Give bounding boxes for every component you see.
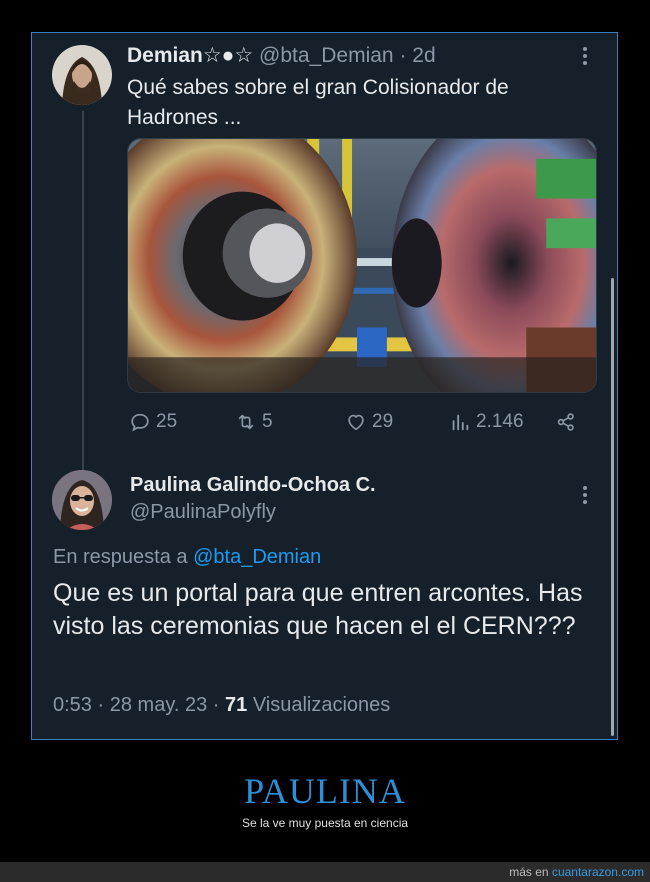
scrollbar[interactable] — [611, 278, 614, 736]
tweet1-more-icon[interactable] — [575, 44, 595, 68]
tweet2-meta: 0:53 · 28 may. 23 · 71 Visualizaciones — [53, 694, 390, 717]
meta-separator: · — [97, 694, 105, 716]
tweet2-display-name[interactable]: Paulina Galindo-Ochoa C. — [130, 474, 376, 497]
avatar-paulina-image — [52, 470, 112, 530]
reply-button[interactable]: 25 — [129, 411, 177, 433]
tweet2-date[interactable]: 28 may. 23 — [110, 694, 207, 716]
tweet1-handle[interactable]: @bta_Demian — [259, 44, 394, 67]
tweet2-handle[interactable]: @PaulinaPolyfly — [130, 501, 276, 524]
tweet2-views-count: 71 — [225, 694, 248, 716]
reply-handle-link[interactable]: @bta_Demian — [193, 546, 321, 568]
like-count: 29 — [372, 411, 394, 432]
tweet1-header: Demian☆●☆ @bta_Demian · 2d — [127, 43, 436, 68]
share-icon — [557, 413, 574, 431]
footer-text: más en cuantarazon.com — [509, 865, 644, 879]
reply-count: 25 — [156, 411, 178, 432]
retweet-count: 5 — [262, 411, 273, 432]
reply-prefix: En respuesta a — [53, 546, 188, 568]
tweet2-time[interactable]: 0:53 — [53, 694, 92, 716]
caption-subtitle: Se la ve muy puesta en ciencia — [241, 816, 409, 830]
caption-title: PAULINA — [244, 771, 406, 811]
tweet2-views-label: Visualizaciones — [252, 694, 391, 716]
tweet2-text: Que es un portal para que entren arconte… — [53, 579, 583, 640]
footer-bar: más en cuantarazon.com — [0, 862, 650, 882]
tweet1-separator: · — [399, 44, 407, 67]
tweet1-text: Qué sabes sobre el gran Colisionador de … — [127, 76, 509, 129]
retweet-icon — [238, 414, 254, 430]
collider-photo — [128, 139, 596, 392]
tweet1-display-name[interactable]: Demian☆●☆ — [127, 44, 253, 67]
avatar-demian[interactable] — [52, 45, 112, 105]
tweet-screenshot-frame: Demian☆●☆ @bta_Demian · 2d Qué sabes sob… — [31, 32, 618, 740]
views-button[interactable]: 2.146 — [449, 411, 524, 433]
tweet1-action-bar: 25 5 29 2.146 — [127, 411, 587, 437]
heart-icon — [348, 414, 364, 431]
share-button[interactable] — [555, 411, 577, 433]
like-button[interactable]: 29 — [345, 411, 393, 433]
views-count: 2.146 — [476, 411, 524, 432]
footer-prefix: más en — [509, 865, 549, 879]
footer-site-link[interactable]: cuantarazon.com — [552, 865, 644, 879]
tweet1-media-image[interactable] — [127, 138, 597, 393]
avatar-demian-image — [52, 45, 112, 105]
thread-connector-line — [82, 111, 84, 473]
tweet2-more-icon[interactable] — [575, 483, 595, 507]
avatar-paulina[interactable] — [52, 470, 112, 530]
reply-context: En respuesta a @bta_Demian — [53, 546, 321, 569]
retweet-button[interactable]: 5 — [235, 411, 273, 433]
views-chart-icon — [452, 414, 469, 431]
reply-icon — [131, 413, 149, 432]
tweet1-age[interactable]: 2d — [412, 44, 435, 67]
meta-separator: · — [212, 694, 220, 716]
